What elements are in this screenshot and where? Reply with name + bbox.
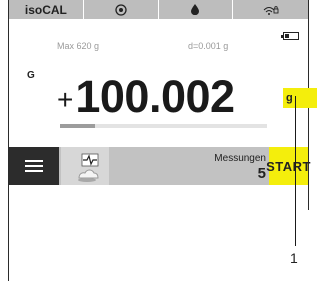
level-target-icon [114,3,127,16]
readability-label: d=0.001 g [188,41,229,51]
hamburger-icon-line [25,170,43,172]
application-button[interactable] [61,147,109,185]
menu-button[interactable] [9,147,59,185]
weight-readout: + 100.002 [57,71,235,122]
application-icon [78,153,99,182]
device-frame-left [8,0,9,281]
status-bar: isoCAL [9,0,308,19]
isocal-button[interactable]: isoCAL [9,0,84,19]
unit-button[interactable]: g [283,88,317,108]
weighing-mode-label: G [27,70,35,81]
connection-button[interactable] [233,0,308,19]
level-indicator-button[interactable] [84,0,159,19]
humidity-button[interactable] [159,0,234,19]
hamburger-icon-line [25,165,43,167]
weight-sign: + [57,84,74,115]
measurements-count: 5 [257,165,266,182]
capacity-progress-bar [60,124,267,128]
capacity-progress-fill [60,124,96,128]
callout-number: 1 [290,250,298,266]
start-button[interactable]: START [266,147,310,185]
action-bar: Messungen 5 START [9,147,310,185]
battery-icon [281,32,299,40]
unit-label: g [286,92,293,104]
drop-icon [191,4,200,15]
hamburger-icon-line [25,160,43,162]
callout-line [295,96,296,246]
isocal-label: isoCAL [24,2,67,17]
wifi-lock-icon [263,5,279,15]
measurements-label: Messungen [214,153,266,164]
max-capacity-label: Max 620 g [57,41,100,51]
weight-value: 100.002 [75,71,235,122]
